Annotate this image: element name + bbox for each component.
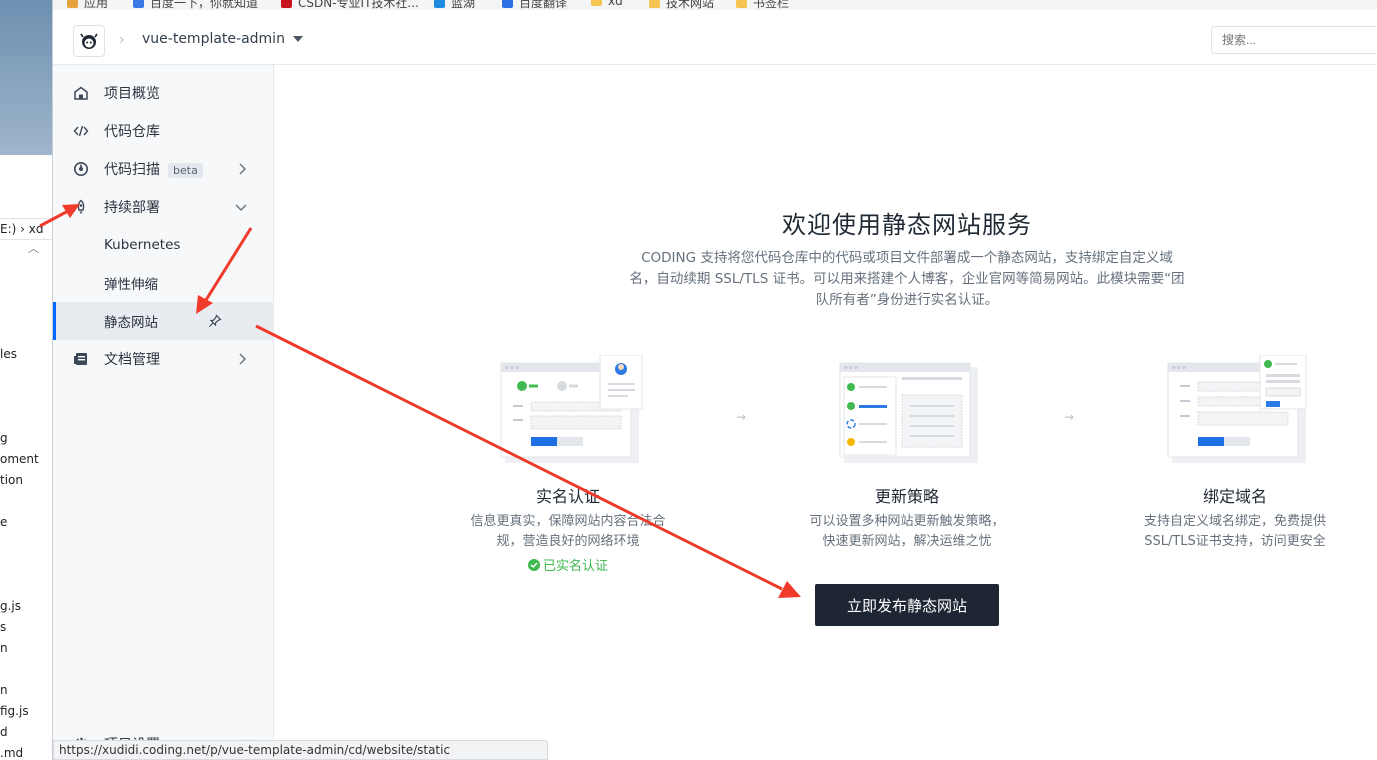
sidebar-item-label: 代码扫描 [104, 162, 160, 178]
bookmark-item[interactable]: 应用 [67, 0, 108, 10]
scan-icon [73, 161, 89, 177]
sidebar-item-label: Kubernetes [104, 237, 181, 253]
feature-title: 更新策略 [874, 487, 939, 506]
sidebar-item-autoscaling[interactable]: 弹性伸缩 [53, 264, 273, 302]
verified-status-label: 已实名认证 [542, 559, 608, 574]
home-icon [73, 85, 89, 101]
bookmark-bar: 应用 百度一下，你就知道 CSDN-专业IT技术社... 蓝湖 百度翻译 xd … [53, 0, 1377, 10]
docs-icon [73, 351, 89, 367]
project-switcher[interactable]: vue-template-admin [142, 31, 303, 47]
coding-logo[interactable] [73, 25, 105, 57]
chevron-right-icon [237, 162, 247, 180]
sidebar-item-docs[interactable]: 文档管理 [53, 340, 273, 378]
beta-badge: beta [168, 162, 203, 178]
step-arrow-icon: → [736, 410, 747, 424]
sidebar-item-label: 持续部署 [104, 200, 160, 216]
feature-title: 实名认证 [535, 487, 600, 506]
sort-chevron-icon[interactable]: ︿ [28, 240, 39, 256]
bind-domain-illustration [1160, 354, 1310, 465]
desktop-background [0, 0, 52, 155]
search-input[interactable] [1211, 26, 1377, 54]
feature-description: 支持自定义域名绑定，免费提供SSL/TLS证书支持，访问更安全 [1143, 514, 1326, 549]
feature-update-strategy: 更新策略 可以设置多种网站更新触发策略，快速更新网站，解决运维之忧 [797, 355, 1017, 552]
bookmark-item[interactable]: xd [591, 0, 623, 8]
bookmark-item[interactable]: 百度一下，你就知道 [133, 0, 258, 10]
sidebar-item-label: 静态网站 [104, 315, 158, 331]
check-circle-icon [527, 559, 540, 571]
explorer-file[interactable]: s [0, 620, 6, 634]
real-name-illustration [493, 354, 643, 465]
explorer-file[interactable]: g [0, 431, 8, 445]
update-strategy-illustration [832, 355, 982, 465]
explorer-file[interactable]: .md [0, 746, 23, 760]
sidebar-item-code-repo[interactable]: 代码仓库 [53, 112, 273, 150]
coding-mascot-icon [80, 33, 98, 49]
bookmark-item[interactable]: 百度翻译 [502, 0, 567, 10]
bookmark-item[interactable]: 蓝湖 [434, 0, 475, 10]
step-arrow-icon: → [1064, 410, 1075, 424]
feature-title: 绑定域名 [1202, 487, 1267, 506]
sidebar-item-label: 弹性伸缩 [104, 277, 158, 293]
app-header: › vue-template-admin [53, 10, 1377, 65]
explorer-file[interactable]: n [0, 683, 8, 697]
explorer-file[interactable]: fig.js [0, 704, 29, 718]
explorer-file[interactable]: e [0, 515, 7, 529]
header-separator: › [119, 32, 125, 48]
sidebar-item-label: 文档管理 [104, 352, 160, 368]
caret-down-icon [292, 36, 303, 42]
sidebar-item-label: 代码仓库 [104, 124, 160, 140]
sidebar-item-label: 项目概览 [104, 86, 160, 102]
explorer-file[interactable]: d [0, 725, 8, 739]
explorer-file[interactable]: n [0, 641, 8, 655]
chevron-down-icon [234, 202, 248, 217]
sidebar-item-continuous-deploy[interactable]: 持续部署 [53, 188, 273, 226]
explorer-breadcrumb[interactable]: E:) › xd [0, 218, 52, 240]
sidebar-item-kubernetes[interactable]: Kubernetes [53, 226, 273, 264]
sidebar-item-overview[interactable]: 项目概览 [53, 74, 273, 112]
sidebar-item-static-website[interactable]: 静态网站 [53, 302, 273, 340]
bookmark-item[interactable]: 技术网站 [649, 0, 714, 10]
feature-description: 可以设置多种网站更新触发策略，快速更新网站，解决运维之忧 [809, 514, 1005, 549]
explorer-file[interactable]: les [0, 347, 17, 361]
pin-icon[interactable] [208, 314, 222, 332]
publish-static-site-button[interactable]: 立即发布静态网站 [815, 584, 999, 626]
explorer-file[interactable]: oment [0, 452, 39, 466]
explorer-file[interactable]: g.js [0, 599, 21, 613]
feature-bind-domain: 绑定域名 支持自定义域名绑定，免费提供SSL/TLS证书支持，访问更安全 [1125, 354, 1345, 552]
page-description: CODING 支持将您代码仓库中的代码或项目文件部署成一个静态网站，支持绑定自定… [629, 250, 1185, 308]
feature-description: 信息更真实，保障网站内容合法合规，营造良好的网络环境 [470, 514, 666, 549]
explorer-file[interactable]: tion [0, 473, 23, 487]
code-icon [73, 123, 89, 139]
bookmark-item[interactable]: 书签栏 [736, 0, 789, 10]
chevron-right-icon [237, 352, 247, 370]
rocket-icon [73, 199, 89, 215]
feature-real-name: 实名认证 信息更真实，保障网站内容合法合规，营造良好的网络环境 已实名认证 [458, 354, 678, 574]
sidebar: 项目概览 代码仓库 代码扫描 beta 持续部署 Kubernetes 弹性伸缩 … [53, 65, 274, 760]
main-content: 欢迎使用静态网站服务 CODING 支持将您代码仓库中的代码或项目文件部署成一个… [274, 65, 1377, 760]
explorer-window-edge: E:) › xd ︿ les g oment tion e g.js s n n… [0, 0, 53, 760]
bookmark-item[interactable]: CSDN-专业IT技术社... [281, 0, 419, 10]
verified-status: 已实名认证 [458, 555, 678, 574]
page-title: 欢迎使用静态网站服务 [782, 211, 1032, 239]
status-bar-url: https://xudidi.coding.net/p/vue-template… [53, 740, 548, 760]
project-name: vue-template-admin [142, 31, 285, 47]
sidebar-item-code-scan[interactable]: 代码扫描 beta [53, 150, 273, 188]
